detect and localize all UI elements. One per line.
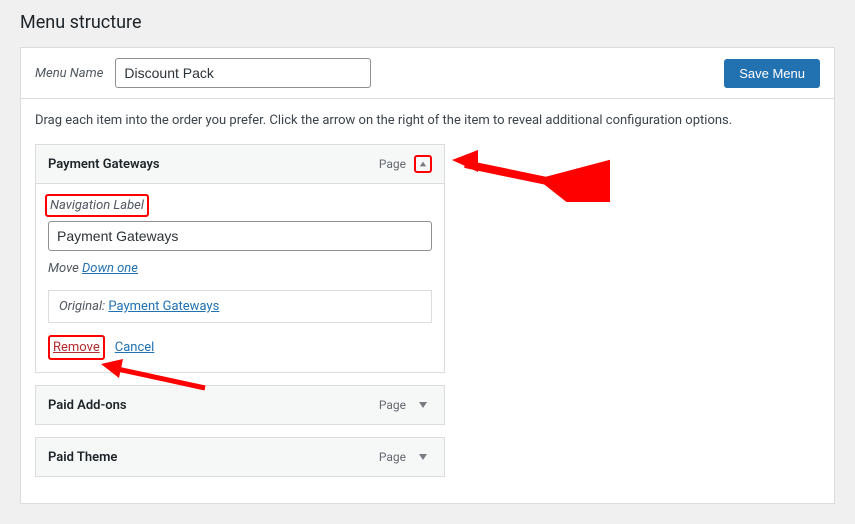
menu-item-type-label: Page [379,157,406,171]
original-box: Original: Payment Gateways [48,290,432,323]
menu-item-settings: Navigation Label Move Down one Original:… [36,183,444,372]
menu-item: Paid Add-ons Page [35,385,445,425]
menu-header: Menu Name Save Menu [21,48,834,99]
original-label: Original: [59,299,105,314]
navigation-label-text: Navigation Label [45,194,149,217]
menu-body: Drag each item into the order you prefer… [21,99,834,503]
drag-instructions: Drag each item into the order you prefer… [35,113,820,128]
original-link[interactable]: Payment Gateways [108,299,219,314]
move-label: Move [48,261,79,276]
expand-icon[interactable] [414,448,432,466]
menu-item-title: Paid Theme [48,450,117,465]
menu-item-type-label: Page [379,450,406,464]
menu-item-type-label: Page [379,398,406,412]
section-title: Menu structure [20,0,835,47]
menu-name-input[interactable] [115,58,371,88]
cancel-link[interactable]: Cancel [115,340,155,355]
menu-item-title: Paid Add-ons [48,398,127,413]
menu-item-bar[interactable]: Payment Gateways Page [36,145,444,183]
move-down-link[interactable]: Down one [82,261,138,276]
menu-name-label: Menu Name [35,66,103,81]
navigation-label-input[interactable] [48,221,432,251]
expand-icon[interactable] [414,396,432,414]
menu-item-bar[interactable]: Paid Add-ons Page [36,386,444,424]
menu-items-list: Payment Gateways Page Navigation Label [35,144,445,477]
save-menu-button[interactable]: Save Menu [724,59,820,88]
menu-item-bar[interactable]: Paid Theme Page [36,438,444,476]
menu-item-title: Payment Gateways [48,157,160,172]
annotation-arrow-icon [450,142,610,202]
menu-item: Payment Gateways Page Navigation Label [35,144,445,373]
collapse-icon[interactable] [414,155,432,173]
menu-item: Paid Theme Page [35,437,445,477]
menu-edit-panel: Menu Name Save Menu Drag each item into … [20,47,835,504]
remove-link[interactable]: Remove [53,340,100,355]
